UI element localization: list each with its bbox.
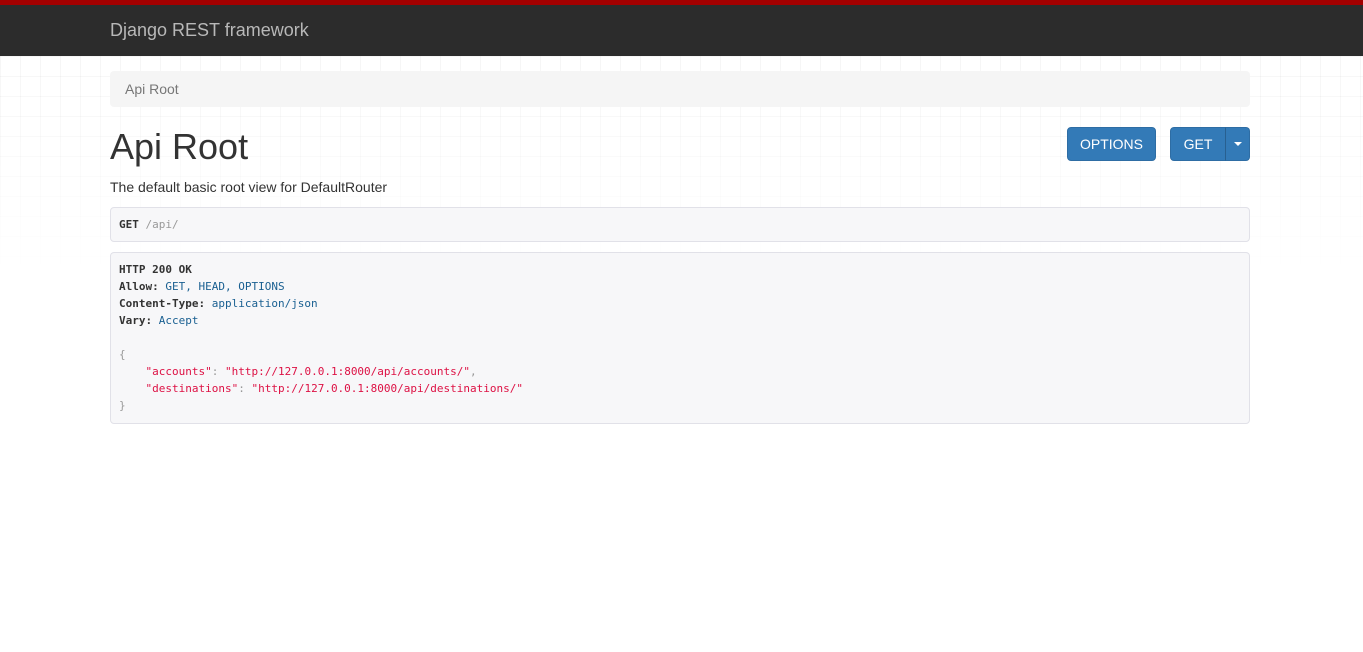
request-method: GET xyxy=(119,218,139,231)
brand-link[interactable]: Django REST framework xyxy=(110,20,309,41)
caret-down-icon xyxy=(1233,142,1242,146)
header-name-allow: Allow: xyxy=(119,280,159,293)
response-info: HTTP 200 OK Allow: GET, HEAD, OPTIONS Cont… xyxy=(110,252,1250,424)
json-comma: , xyxy=(470,365,477,378)
header-name-vary: Vary: xyxy=(119,314,153,327)
json-key-accounts: "accounts" xyxy=(145,365,212,378)
options-button[interactable]: OPTIONS xyxy=(1067,127,1156,161)
header-name-content-type: Content-Type: xyxy=(119,297,206,310)
json-link-destinations[interactable]: "http://127.0.0.1:8000/api/destinations/… xyxy=(251,382,523,395)
json-link-accounts[interactable]: "http://127.0.0.1:8000/api/accounts/" xyxy=(225,365,470,378)
json-close-brace: } xyxy=(119,399,126,412)
get-button[interactable]: GET xyxy=(1170,127,1226,161)
header-value-vary: Accept xyxy=(158,314,199,327)
navbar: Django REST framework xyxy=(0,0,1363,56)
get-format-dropdown-toggle[interactable] xyxy=(1225,127,1250,161)
request-path: /api/ xyxy=(145,218,179,231)
json-key-destinations: "destinations" xyxy=(145,382,239,395)
header-value-content-type: application/json xyxy=(211,297,318,310)
request-info: GET /api/ xyxy=(110,207,1250,242)
json-open-brace: { xyxy=(119,348,126,361)
breadcrumb: Api Root xyxy=(110,71,1250,107)
page-title: Api Root xyxy=(110,126,249,167)
page-description: The default basic root view for DefaultR… xyxy=(110,179,388,195)
header-value-allow: GET, HEAD, OPTIONS xyxy=(165,280,285,293)
breadcrumb-item-api-root: Api Root xyxy=(125,81,179,97)
response-status: HTTP 200 OK xyxy=(119,263,192,276)
